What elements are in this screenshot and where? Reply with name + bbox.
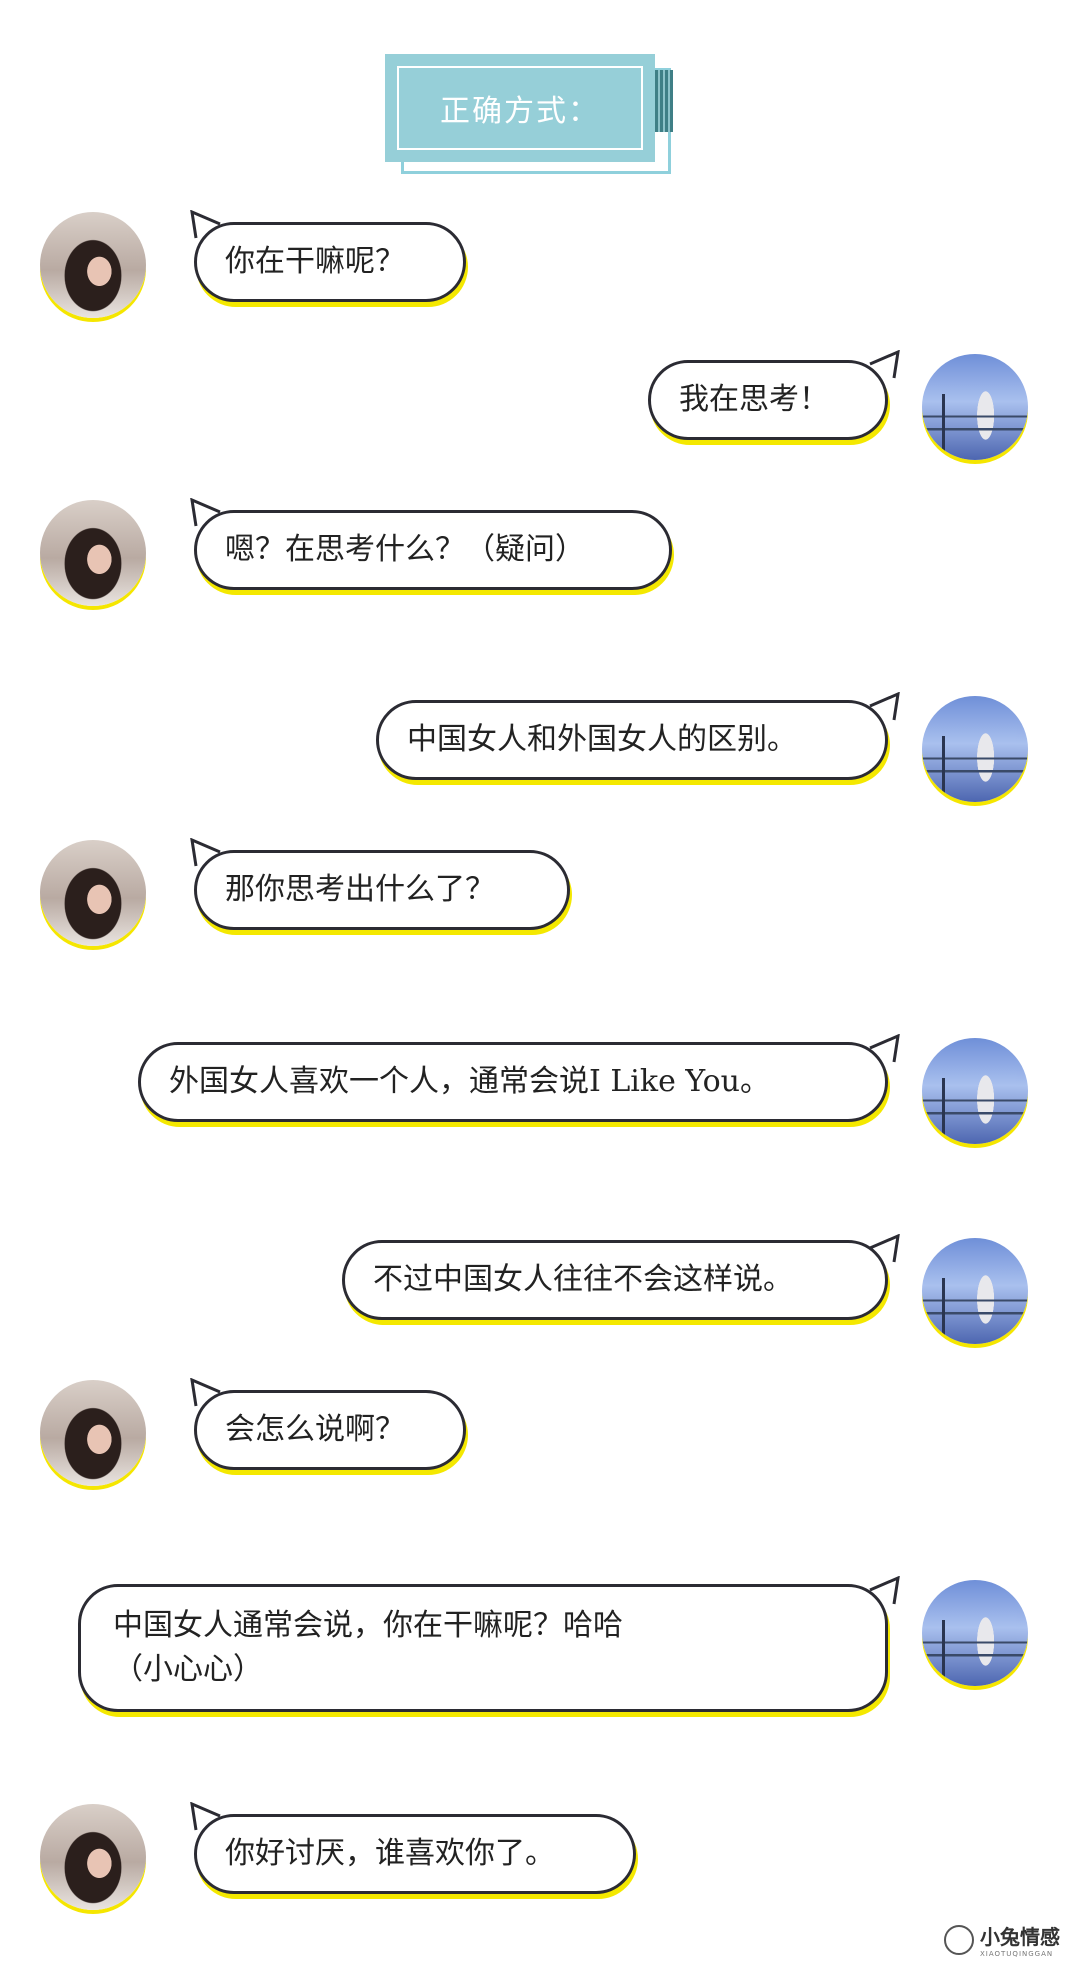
avatar-male [922,1038,1028,1144]
chat-bubble-left: 嗯？在思考什么？（疑问） [194,510,672,590]
rabbit-logo-icon [944,1924,974,1955]
avatar-male [922,1238,1028,1344]
message-text: 嗯？在思考什么？（疑问） [225,532,585,567]
avatar-male [922,1580,1028,1686]
avatar-female [40,1380,146,1486]
chat-bubble-right: 外国女人喜欢一个人，通常会说I Like You。 [138,1042,888,1122]
chat-bubble-right: 中国女人通常会说，你在干嘛呢？哈哈（小心心） [78,1584,888,1712]
message-text: 那你思考出什么了？ [225,872,495,907]
message-text: 外国女人喜欢一个人，通常会说I Like You。 [169,1064,770,1099]
chat-bubble-left: 你好讨厌，谁喜欢你了。 [194,1814,636,1894]
chat-bubble-left: 会怎么说啊？ [194,1390,466,1470]
watermark-name: 小兔情感 [980,1925,1060,1949]
avatar-female [40,1804,146,1910]
chat-bubble-right: 中国女人和外国女人的区别。 [376,700,888,780]
chat-bubble-left: 那你思考出什么了？ [194,850,570,930]
message-text: 不过中国女人往往不会这样说。 [373,1262,793,1297]
message-text: 中国女人和外国女人的区别。 [407,722,797,757]
message-text: 你好讨厌，谁喜欢你了。 [225,1836,555,1871]
title-banner: 正确方式： [385,54,675,178]
watermark-sub: XIAOTUQINGGAN [980,1950,1054,1958]
page-title: 正确方式： [397,66,643,150]
message-text: 中国女人通常会说，你在干嘛呢？哈哈（小心心） [113,1608,623,1687]
avatar-female [40,840,146,946]
title-banner-front: 正确方式： [385,54,655,162]
chat-bubble-right: 我在思考！ [648,360,888,440]
message-text: 我在思考！ [679,382,829,417]
chat-bubble-right: 不过中国女人往往不会这样说。 [342,1240,888,1320]
avatar-female [40,212,146,318]
chat-bubble-left: 你在干嘛呢？ [194,222,466,302]
message-text: 会怎么说啊？ [225,1412,405,1447]
avatar-male [922,354,1028,460]
title-stripes-decoration [655,70,673,132]
avatar-male [922,696,1028,802]
watermark: 小兔情感 XIAOTUQINGGAN [944,1921,1060,1958]
message-text: 你在干嘛呢？ [225,244,405,279]
avatar-female [40,500,146,606]
